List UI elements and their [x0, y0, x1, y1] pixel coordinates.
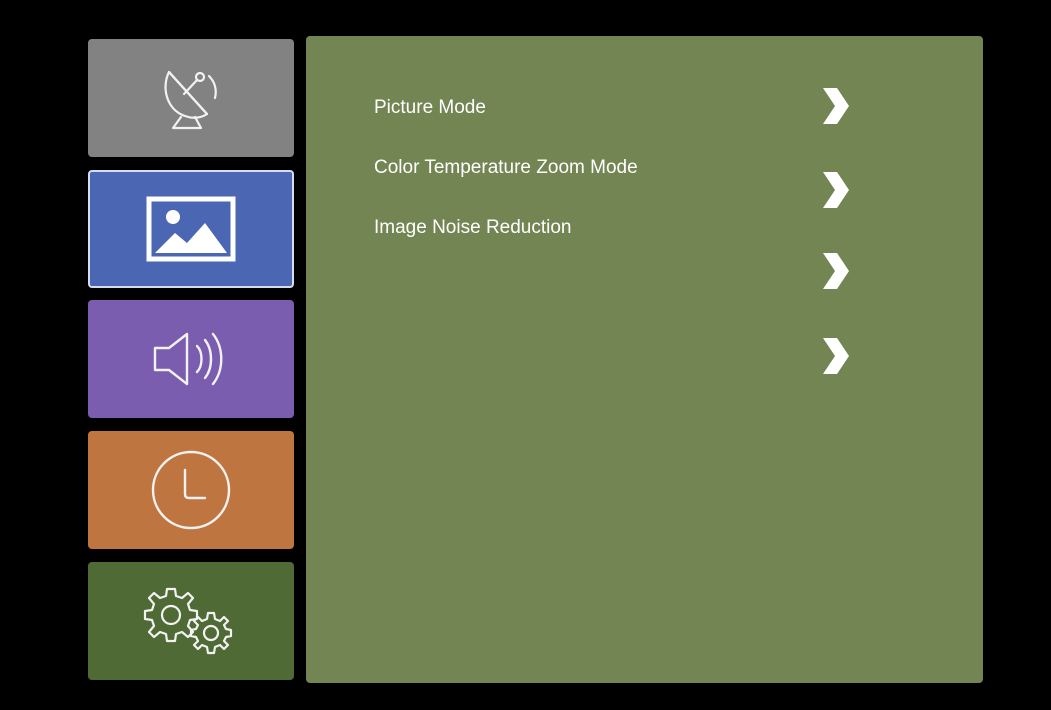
menu-item-picture-mode[interactable]: Picture Mode: [374, 96, 486, 120]
sidebar-item-picture[interactable]: [88, 170, 294, 288]
menu-item-image-noise-reduction[interactable]: Image Noise Reduction: [374, 216, 572, 240]
picture-menu-panel: Picture Mode Color Temperature Zoom Mode…: [306, 36, 983, 683]
image-icon: [146, 196, 236, 262]
sidebar-item-setup[interactable]: [88, 562, 294, 680]
clock-icon: [151, 450, 231, 530]
chevron-right-icon[interactable]: [819, 251, 851, 291]
sidebar-item-channel[interactable]: [88, 39, 294, 157]
gears-icon: [143, 587, 233, 655]
sidebar-item-sound[interactable]: [88, 300, 294, 418]
chevron-right-icon[interactable]: [819, 170, 851, 210]
speaker-icon: [153, 332, 223, 386]
sidebar-item-time[interactable]: [88, 431, 294, 549]
menu-item-color-temperature-zoom-mode[interactable]: Color Temperature Zoom Mode: [374, 156, 638, 180]
chevron-right-icon[interactable]: [819, 336, 851, 376]
satellite-dish-icon: [164, 70, 217, 130]
chevron-right-icon[interactable]: [819, 86, 851, 126]
tv-menu-screen: Picture Mode Color Temperature Zoom Mode…: [0, 0, 1051, 710]
